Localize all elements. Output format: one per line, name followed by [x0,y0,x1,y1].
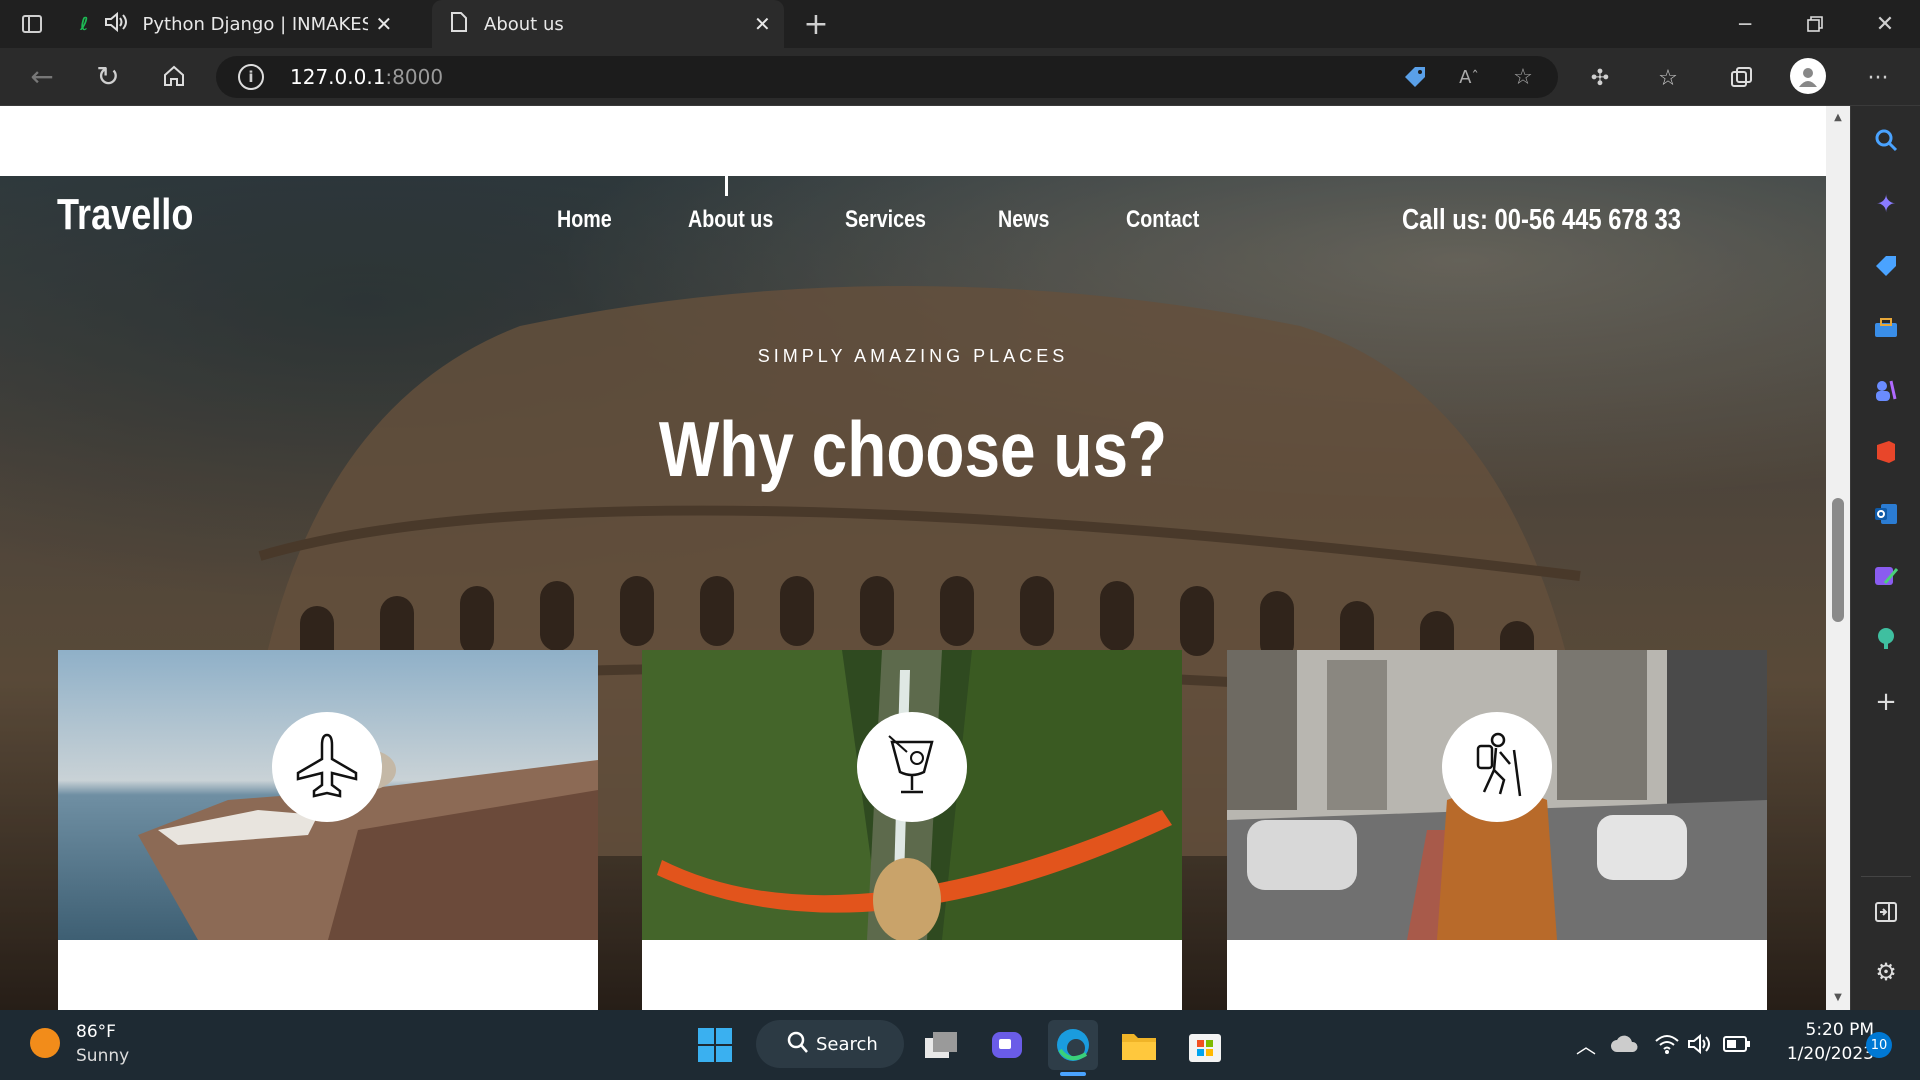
refresh-icon[interactable]: ↻ [92,60,124,93]
page-viewport: Travello Home About us Services News Con… [0,106,1826,1010]
read-aloud-icon[interactable]: Aˆ [1454,62,1484,92]
nav-contact[interactable]: Contact [1126,206,1199,234]
weather-temp[interactable]: 86°F [76,1022,116,1042]
nav-news[interactable]: News [998,206,1049,234]
search-label: Search [816,1033,878,1055]
tab-title: About us [484,13,564,35]
tab-django[interactable]: ℓ Python Django | INMAKES L ✕ [80,0,430,48]
nav-home[interactable]: Home [557,206,612,234]
search-glass-icon [786,1030,810,1061]
extensions-icon[interactable]: ✣ [1584,62,1616,94]
home-icon[interactable] [158,60,190,92]
task-view-icon[interactable] [916,1020,966,1070]
discover-icon[interactable]: ✦ [1872,190,1900,218]
browser-tab-strip: ℓ Python Django | INMAKES L ✕ About us ✕… [0,0,1920,48]
restore-icon[interactable] [1800,10,1830,38]
teams-chat-icon[interactable] [982,1020,1032,1070]
office-icon[interactable] [1872,438,1900,466]
close-tab-icon[interactable]: ✕ [754,12,771,36]
weather-desc[interactable]: Sunny [76,1046,129,1066]
back-icon[interactable]: ← [26,60,58,93]
hide-sidebar-icon[interactable] [1872,898,1900,926]
designer-icon[interactable] [1872,562,1900,590]
edge-app-icon[interactable] [1048,1020,1098,1070]
page-icon [450,11,468,38]
shopping-icon[interactable] [1872,252,1900,280]
coupon-tag-icon[interactable] [1400,62,1430,92]
hiker-badge [1442,712,1552,822]
nav-services[interactable]: Services [845,206,926,234]
tools-icon[interactable] [1872,314,1900,342]
notification-badge[interactable]: 10 [1866,1032,1892,1058]
profile-avatar[interactable] [1790,58,1826,94]
scroll-thumb[interactable] [1832,498,1844,622]
nav-about-us[interactable]: About us [688,206,773,234]
phone-number[interactable]: Call us: 00-56 445 678 33 [1402,204,1681,237]
feature-card-venice[interactable] [58,650,598,1010]
nav-active-indicator [725,176,728,196]
cocktail-badge [857,712,967,822]
edge-sidebar: ✦ + ⚙ [1850,106,1920,1010]
games-icon[interactable] [1872,376,1900,404]
sidebar-divider [1861,876,1911,877]
add-favorite-icon[interactable]: ☆ [1508,62,1538,92]
tab-about-us[interactable]: About us ✕ [432,0,784,48]
cocktail-icon [877,730,947,804]
scroll-up-icon[interactable]: ▲ [1830,110,1846,124]
new-tab-icon[interactable]: + [800,7,832,42]
page-scrollbar[interactable]: ▲ ▼ [1826,106,1850,1010]
clock-date[interactable]: 1/20/2023 [1770,1044,1874,1064]
speaker-icon[interactable] [103,11,129,38]
wifi-icon[interactable] [1652,1030,1682,1058]
url-host: 127.0.0.1 [290,65,386,89]
close-window-icon[interactable]: ✕ [1870,10,1900,38]
tab-title: Python Django | INMAKES L [142,13,368,35]
add-sidebar-app-icon[interactable]: + [1872,687,1900,717]
outlook-icon[interactable] [1872,500,1900,528]
store-icon[interactable] [1180,1020,1230,1070]
hiker-icon [1462,730,1532,804]
clock-time[interactable]: 5:20 PM [1770,1020,1875,1040]
django-icon: ℓ [80,13,89,35]
favorites-icon[interactable]: ☆ [1652,62,1684,94]
url-port: :8000 [385,65,444,89]
search-icon[interactable] [1872,126,1900,154]
airplane-badge [272,712,382,822]
volume-icon[interactable] [1686,1030,1716,1058]
feature-card-city[interactable] [1227,650,1767,1010]
minimize-icon[interactable]: ─ [1730,10,1760,38]
taskbar-search[interactable]: Search [756,1020,904,1068]
scroll-down-icon[interactable]: ▼ [1830,990,1846,1004]
more-menu-icon[interactable]: ··· [1862,62,1894,94]
start-icon[interactable] [690,1020,740,1070]
sidebar-settings-icon[interactable]: ⚙ [1872,958,1900,986]
tray-overflow-icon[interactable]: ︿ [1572,1030,1600,1058]
onedrive-icon[interactable] [1610,1030,1640,1058]
hero-headline: Why choose us? [658,405,1168,493]
tree-icon[interactable] [1872,624,1900,652]
close-tab-icon[interactable]: ✕ [376,12,393,36]
weather-sun-icon[interactable] [30,1028,60,1058]
hero-kicker: SIMPLY AMAZING PLACES [757,346,1069,366]
file-explorer-icon[interactable] [1114,1020,1164,1070]
edge-running-indicator [1060,1072,1086,1076]
site-info-icon[interactable]: i [238,64,264,90]
airplane-icon [292,730,362,804]
tab-actions-icon[interactable] [18,10,46,38]
url-text[interactable]: 127.0.0.1:8000 [290,65,443,89]
battery-icon[interactable] [1722,1030,1752,1058]
feature-card-waterfall[interactable] [642,650,1182,1010]
site-logo[interactable]: Travello [57,190,193,240]
address-field[interactable]: i 127.0.0.1:8000 Aˆ ☆ [216,56,1558,98]
collections-icon[interactable] [1726,62,1758,94]
